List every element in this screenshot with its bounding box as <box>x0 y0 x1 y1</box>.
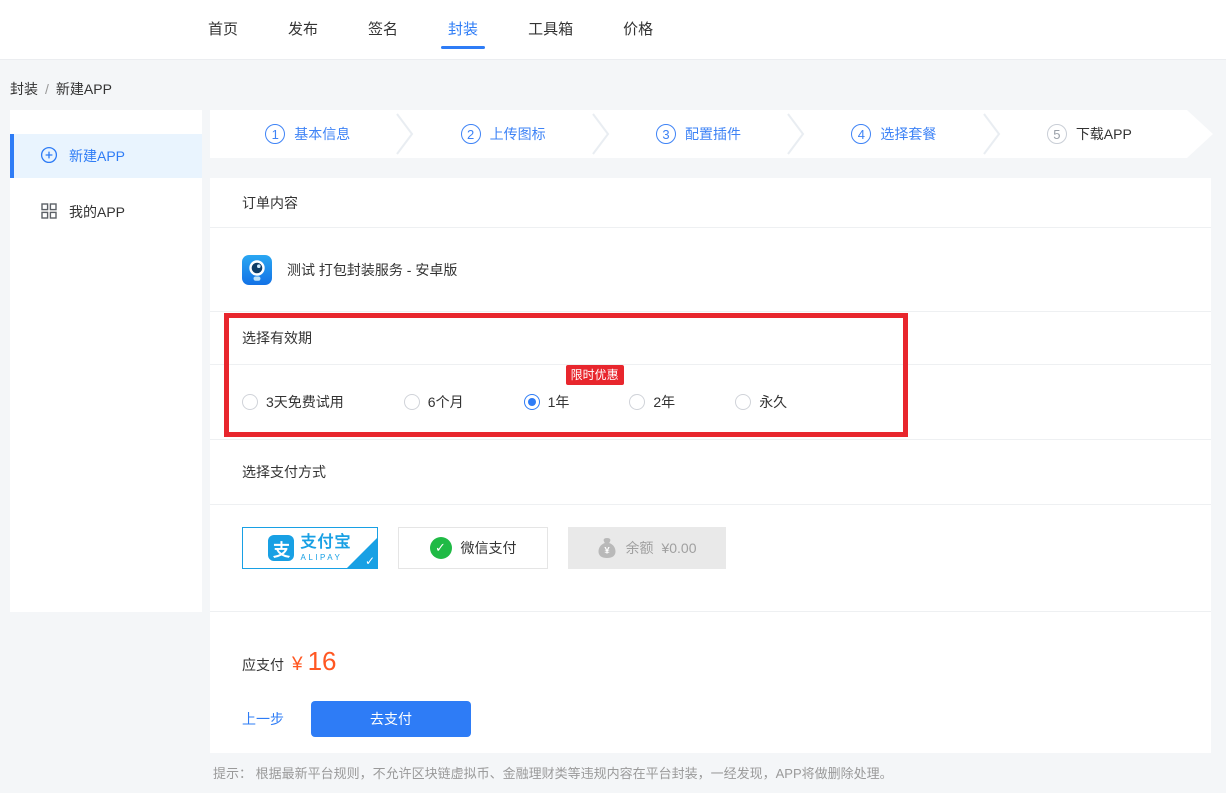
order-content-title: 订单内容 <box>210 178 1211 228</box>
breadcrumb-section[interactable]: 封装 <box>10 81 38 97</box>
payment-option-wechat[interactable]: ✓ 微信支付 <box>398 527 548 569</box>
breadcrumb-current: 新建APP <box>56 81 112 97</box>
balance-amount: ¥0.00 <box>661 540 696 556</box>
footer-tip: 提示： 根据最新平台规则，不允许区块链虚拟币、金融理财类等违规内容在平台封装，一… <box>213 763 893 782</box>
wechat-pay-icon: ✓ <box>430 537 452 559</box>
radio-label: 1年 <box>548 392 570 412</box>
radio-6-months[interactable]: 6个月 <box>404 392 464 412</box>
nav-item-package[interactable]: 封装 <box>448 0 478 60</box>
radio-2-years[interactable]: 2年 <box>629 392 675 412</box>
sidebar-item-label: 新建APP <box>69 146 125 166</box>
radio-icon <box>735 394 751 410</box>
amount-due-label: 应支付 <box>242 655 284 675</box>
step-number: 2 <box>461 124 481 144</box>
nav-item-home[interactable]: 首页 <box>208 0 238 60</box>
step-configure-plugins[interactable]: 3 配置插件 <box>601 110 796 158</box>
nav-item-publish[interactable]: 发布 <box>288 0 318 60</box>
payment-options: 支 支付宝 ALIPAY ✓ ✓ 微信支付 ¥ 余额 ¥0.00 <box>210 505 1211 612</box>
wechat-label: 微信支付 <box>461 538 517 558</box>
go-pay-button[interactable]: 去支付 <box>311 701 471 737</box>
validity-options: 3天免费试用 6个月 限时优惠 1年 2年 永久 <box>210 365 1211 440</box>
step-label: 上传图标 <box>490 124 546 144</box>
radio-label: 永久 <box>759 392 787 412</box>
currency-symbol: ¥ <box>292 654 303 676</box>
sidebar-item-new-app[interactable]: 新建APP <box>10 134 202 178</box>
radio-icon <box>524 394 540 410</box>
sidebar: 新建APP 我的APP <box>10 110 202 612</box>
step-number: 3 <box>656 124 676 144</box>
previous-step-link[interactable]: 上一步 <box>242 709 284 729</box>
radio-label: 3天免费试用 <box>266 392 344 412</box>
payment-section-title: 选择支付方式 <box>210 440 1211 505</box>
step-upload-icon[interactable]: 2 上传图标 <box>405 110 600 158</box>
radio-label: 2年 <box>653 392 675 412</box>
step-number: 1 <box>265 124 285 144</box>
top-navbar: 首页 发布 签名 封装 工具箱 价格 <box>0 0 1226 60</box>
main-nav: 首页 发布 签名 封装 工具箱 价格 <box>0 0 1226 60</box>
alipay-logo-icon: 支 <box>268 535 294 561</box>
alipay-sub: ALIPAY <box>300 554 351 562</box>
amount-due-value: 16 <box>308 646 337 677</box>
app-icon <box>242 255 272 285</box>
money-bag-icon: ¥ <box>597 537 617 559</box>
step-wizard: 1 基本信息 2 上传图标 3 配置插件 4 选择套餐 5 下载APP <box>210 110 1187 158</box>
app-name: 测试 打包封装服务 - 安卓版 <box>287 260 457 280</box>
radio-label: 6个月 <box>428 392 464 412</box>
order-app-row: 测试 打包封装服务 - 安卓版 <box>210 228 1211 312</box>
sidebar-item-label: 我的APP <box>69 202 125 222</box>
promo-badge: 限时优惠 <box>566 365 624 385</box>
payment-option-alipay[interactable]: 支 支付宝 ALIPAY ✓ <box>242 527 378 569</box>
plus-circle-icon <box>40 146 58 167</box>
radio-1-year[interactable]: 限时优惠 1年 <box>524 392 570 412</box>
step-label: 选择套餐 <box>880 124 936 144</box>
balance-label: 余额 <box>625 538 653 558</box>
radio-forever[interactable]: 永久 <box>735 392 787 412</box>
radio-icon <box>242 394 258 410</box>
step-basic-info[interactable]: 1 基本信息 <box>210 110 405 158</box>
payment-summary: 应支付 ¥ 16 <box>210 612 1211 677</box>
page: 首页 发布 签名 封装 工具箱 价格 封装/新建APP 新建APP 我的APP … <box>0 0 1226 793</box>
radio-icon <box>629 394 645 410</box>
nav-item-toolbox[interactable]: 工具箱 <box>528 0 573 60</box>
validity-section-title: 选择有效期 <box>210 312 1211 365</box>
step-select-plan[interactable]: 4 选择套餐 <box>796 110 991 158</box>
radio-trial-3days[interactable]: 3天免费试用 <box>242 392 344 412</box>
nav-item-sign[interactable]: 签名 <box>368 0 398 60</box>
step-number: 4 <box>851 124 871 144</box>
step-label: 配置插件 <box>685 124 741 144</box>
breadcrumb-separator: / <box>45 81 49 97</box>
actions: 上一步 去支付 <box>210 701 1211 737</box>
payment-option-balance[interactable]: ¥ 余额 ¥0.00 <box>568 527 726 569</box>
check-icon: ✓ <box>365 554 375 568</box>
alipay-name: 支付宝 <box>300 535 351 551</box>
step-download-app: 5 下载APP <box>992 110 1187 158</box>
sidebar-item-my-apps[interactable]: 我的APP <box>10 190 202 234</box>
step-label: 基本信息 <box>294 124 350 144</box>
step-label: 下载APP <box>1076 124 1132 144</box>
radio-icon <box>404 394 420 410</box>
svg-text:¥: ¥ <box>605 546 611 557</box>
nav-item-price[interactable]: 价格 <box>623 0 653 60</box>
grid-icon <box>40 202 58 223</box>
breadcrumb: 封装 / 新建APP <box>10 79 112 99</box>
alipay-wordmark: 支付宝 ALIPAY <box>300 535 351 562</box>
order-card: 订单内容 测试 打包封装服务 - 安卓版 选择有效期 3天免费试用 <box>210 178 1211 753</box>
step-number: 5 <box>1047 124 1067 144</box>
